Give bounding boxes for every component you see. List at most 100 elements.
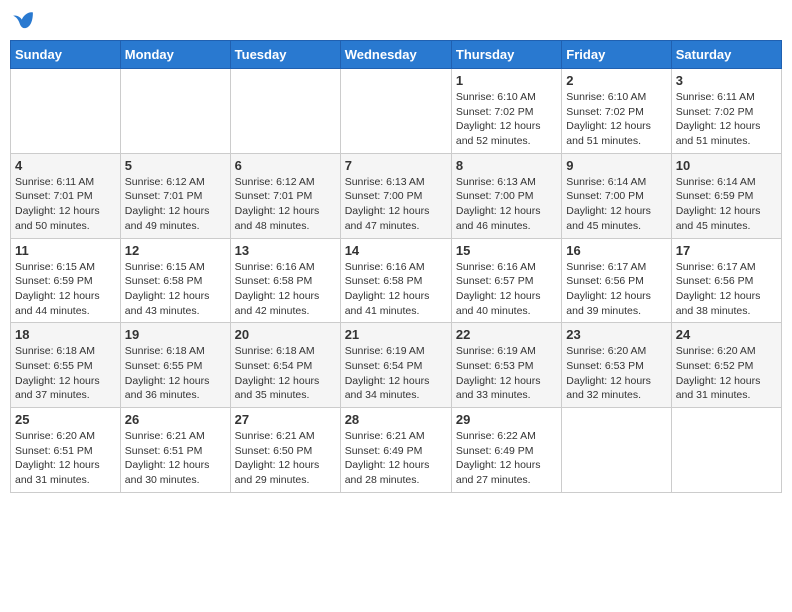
day-number: 29 bbox=[456, 412, 557, 427]
day-info: Sunrise: 6:19 AM Sunset: 6:53 PM Dayligh… bbox=[456, 344, 557, 403]
calendar-cell: 2Sunrise: 6:10 AM Sunset: 7:02 PM Daylig… bbox=[562, 69, 671, 154]
day-info: Sunrise: 6:18 AM Sunset: 6:55 PM Dayligh… bbox=[125, 344, 226, 403]
day-number: 12 bbox=[125, 243, 226, 258]
day-info: Sunrise: 6:15 AM Sunset: 6:58 PM Dayligh… bbox=[125, 260, 226, 319]
calendar-table: SundayMondayTuesdayWednesdayThursdayFrid… bbox=[10, 40, 782, 493]
calendar-cell: 10Sunrise: 6:14 AM Sunset: 6:59 PM Dayli… bbox=[671, 153, 781, 238]
day-info: Sunrise: 6:21 AM Sunset: 6:50 PM Dayligh… bbox=[235, 429, 336, 488]
week-row-3: 18 Sunrise: 6:18 AM Sunset: 6:55 PM Dayli… bbox=[11, 323, 782, 408]
day-info: Sunrise: 6:16 AM Sunset: 6:58 PM Dayligh… bbox=[345, 260, 447, 319]
logo bbox=[10, 10, 34, 32]
day-number: 16 bbox=[566, 243, 666, 258]
day-number: 15 bbox=[456, 243, 557, 258]
day-info: Sunrise: 6:17 AM Sunset: 6:56 PM Dayligh… bbox=[676, 260, 777, 319]
day-info: Sunrise: 6:20 AM Sunset: 6:51 PM Dayligh… bbox=[15, 429, 116, 488]
day-info: Sunrise: 6:20 AM Sunset: 6:53 PM Dayligh… bbox=[566, 344, 666, 403]
calendar-header-row: SundayMondayTuesdayWednesdayThursdayFrid… bbox=[11, 41, 782, 69]
day-number: 20 bbox=[235, 327, 336, 342]
day-info: Sunrise: 6:20 AM Sunset: 6:52 PM Dayligh… bbox=[676, 344, 777, 403]
day-number: 11 bbox=[15, 243, 116, 258]
calendar-cell bbox=[230, 69, 340, 154]
calendar-cell: 12 Sunrise: 6:15 AM Sunset: 6:58 PM Dayli… bbox=[120, 238, 230, 323]
calendar-cell: 6 Sunrise: 6:12 AM Sunset: 7:01 PM Daylig… bbox=[230, 153, 340, 238]
week-row-1: 4 Sunrise: 6:11 AM Sunset: 7:01 PM Daylig… bbox=[11, 153, 782, 238]
day-number: 6 bbox=[235, 158, 336, 173]
day-number: 24 bbox=[676, 327, 777, 342]
day-number: 19 bbox=[125, 327, 226, 342]
calendar-cell: 7 Sunrise: 6:13 AM Sunset: 7:00 PM Daylig… bbox=[340, 153, 451, 238]
day-info: Sunrise: 6:13 AM Sunset: 7:00 PM Dayligh… bbox=[345, 175, 447, 234]
calendar-cell: 29 Sunrise: 6:22 AM Sunset: 6:49 PM Dayli… bbox=[451, 408, 561, 493]
logo-bird-icon bbox=[12, 10, 34, 32]
day-number: 18 bbox=[15, 327, 116, 342]
header-sunday: Sunday bbox=[11, 41, 121, 69]
day-info: Sunrise: 6:11 AM Sunset: 7:01 PM Dayligh… bbox=[15, 175, 116, 234]
calendar-cell: 21 Sunrise: 6:19 AM Sunset: 6:54 PM Dayli… bbox=[340, 323, 451, 408]
calendar-cell: 22 Sunrise: 6:19 AM Sunset: 6:53 PM Dayli… bbox=[451, 323, 561, 408]
day-info: Sunrise: 6:12 AM Sunset: 7:01 PM Dayligh… bbox=[125, 175, 226, 234]
header-thursday: Thursday bbox=[451, 41, 561, 69]
calendar-cell: 11 Sunrise: 6:15 AM Sunset: 6:59 PM Dayli… bbox=[11, 238, 121, 323]
day-info: Sunrise: 6:21 AM Sunset: 6:49 PM Dayligh… bbox=[345, 429, 447, 488]
calendar-cell: 20 Sunrise: 6:18 AM Sunset: 6:54 PM Dayli… bbox=[230, 323, 340, 408]
day-number: 17 bbox=[676, 243, 777, 258]
day-info: Sunrise: 6:21 AM Sunset: 6:51 PM Dayligh… bbox=[125, 429, 226, 488]
day-info: Sunrise: 6:18 AM Sunset: 6:54 PM Dayligh… bbox=[235, 344, 336, 403]
calendar-cell: 27 Sunrise: 6:21 AM Sunset: 6:50 PM Dayli… bbox=[230, 408, 340, 493]
header-saturday: Saturday bbox=[671, 41, 781, 69]
day-info: Sunrise: 6:18 AM Sunset: 6:55 PM Dayligh… bbox=[15, 344, 116, 403]
day-info: Sunrise: 6:16 AM Sunset: 6:57 PM Dayligh… bbox=[456, 260, 557, 319]
day-info: Sunrise: 6:17 AM Sunset: 6:56 PM Dayligh… bbox=[566, 260, 666, 319]
day-number: 13 bbox=[235, 243, 336, 258]
calendar-cell: 17 Sunrise: 6:17 AM Sunset: 6:56 PM Dayli… bbox=[671, 238, 781, 323]
day-number: 21 bbox=[345, 327, 447, 342]
calendar-cell bbox=[11, 69, 121, 154]
calendar-cell: 5Sunrise: 6:12 AM Sunset: 7:01 PM Daylig… bbox=[120, 153, 230, 238]
week-row-0: 1 Sunrise: 6:10 AM Sunset: 7:02 PM Daylig… bbox=[11, 69, 782, 154]
calendar-cell: 8 Sunrise: 6:13 AM Sunset: 7:00 PM Daylig… bbox=[451, 153, 561, 238]
calendar-cell: 9 Sunrise: 6:14 AM Sunset: 7:00 PM Daylig… bbox=[562, 153, 671, 238]
calendar-cell bbox=[562, 408, 671, 493]
calendar-cell: 3 Sunrise: 6:11 AM Sunset: 7:02 PM Daylig… bbox=[671, 69, 781, 154]
day-number: 1 bbox=[456, 73, 557, 88]
calendar-cell bbox=[340, 69, 451, 154]
day-number: 3 bbox=[676, 73, 777, 88]
day-info: Sunrise: 6:10 AM Sunset: 7:02 PM Dayligh… bbox=[456, 90, 557, 149]
day-number: 28 bbox=[345, 412, 447, 427]
header-tuesday: Tuesday bbox=[230, 41, 340, 69]
calendar-cell: 14Sunrise: 6:16 AM Sunset: 6:58 PM Dayli… bbox=[340, 238, 451, 323]
day-number: 22 bbox=[456, 327, 557, 342]
header-friday: Friday bbox=[562, 41, 671, 69]
calendar-cell: 1 Sunrise: 6:10 AM Sunset: 7:02 PM Daylig… bbox=[451, 69, 561, 154]
header-wednesday: Wednesday bbox=[340, 41, 451, 69]
day-info: Sunrise: 6:14 AM Sunset: 6:59 PM Dayligh… bbox=[676, 175, 777, 234]
day-number: 8 bbox=[456, 158, 557, 173]
day-info: Sunrise: 6:12 AM Sunset: 7:01 PM Dayligh… bbox=[235, 175, 336, 234]
calendar-cell: 18 Sunrise: 6:18 AM Sunset: 6:55 PM Dayli… bbox=[11, 323, 121, 408]
day-info: Sunrise: 6:16 AM Sunset: 6:58 PM Dayligh… bbox=[235, 260, 336, 319]
calendar-cell: 24 Sunrise: 6:20 AM Sunset: 6:52 PM Dayli… bbox=[671, 323, 781, 408]
day-number: 25 bbox=[15, 412, 116, 427]
day-info: Sunrise: 6:22 AM Sunset: 6:49 PM Dayligh… bbox=[456, 429, 557, 488]
calendar-cell: 23 Sunrise: 6:20 AM Sunset: 6:53 PM Dayli… bbox=[562, 323, 671, 408]
day-info: Sunrise: 6:15 AM Sunset: 6:59 PM Dayligh… bbox=[15, 260, 116, 319]
day-info: Sunrise: 6:14 AM Sunset: 7:00 PM Dayligh… bbox=[566, 175, 666, 234]
header-monday: Monday bbox=[120, 41, 230, 69]
page-header bbox=[10, 10, 782, 32]
week-row-4: 25 Sunrise: 6:20 AM Sunset: 6:51 PM Dayli… bbox=[11, 408, 782, 493]
day-info: Sunrise: 6:19 AM Sunset: 6:54 PM Dayligh… bbox=[345, 344, 447, 403]
calendar-cell: 15 Sunrise: 6:16 AM Sunset: 6:57 PM Dayli… bbox=[451, 238, 561, 323]
calendar-cell: 26 Sunrise: 6:21 AM Sunset: 6:51 PM Dayli… bbox=[120, 408, 230, 493]
calendar-cell: 19 Sunrise: 6:18 AM Sunset: 6:55 PM Dayli… bbox=[120, 323, 230, 408]
day-number: 9 bbox=[566, 158, 666, 173]
calendar-cell: 25 Sunrise: 6:20 AM Sunset: 6:51 PM Dayli… bbox=[11, 408, 121, 493]
day-info: Sunrise: 6:11 AM Sunset: 7:02 PM Dayligh… bbox=[676, 90, 777, 149]
day-number: 7 bbox=[345, 158, 447, 173]
day-info: Sunrise: 6:13 AM Sunset: 7:00 PM Dayligh… bbox=[456, 175, 557, 234]
day-number: 26 bbox=[125, 412, 226, 427]
day-info: Sunrise: 6:10 AM Sunset: 7:02 PM Dayligh… bbox=[566, 90, 666, 149]
day-number: 27 bbox=[235, 412, 336, 427]
calendar-cell bbox=[671, 408, 781, 493]
day-number: 23 bbox=[566, 327, 666, 342]
day-number: 4 bbox=[15, 158, 116, 173]
